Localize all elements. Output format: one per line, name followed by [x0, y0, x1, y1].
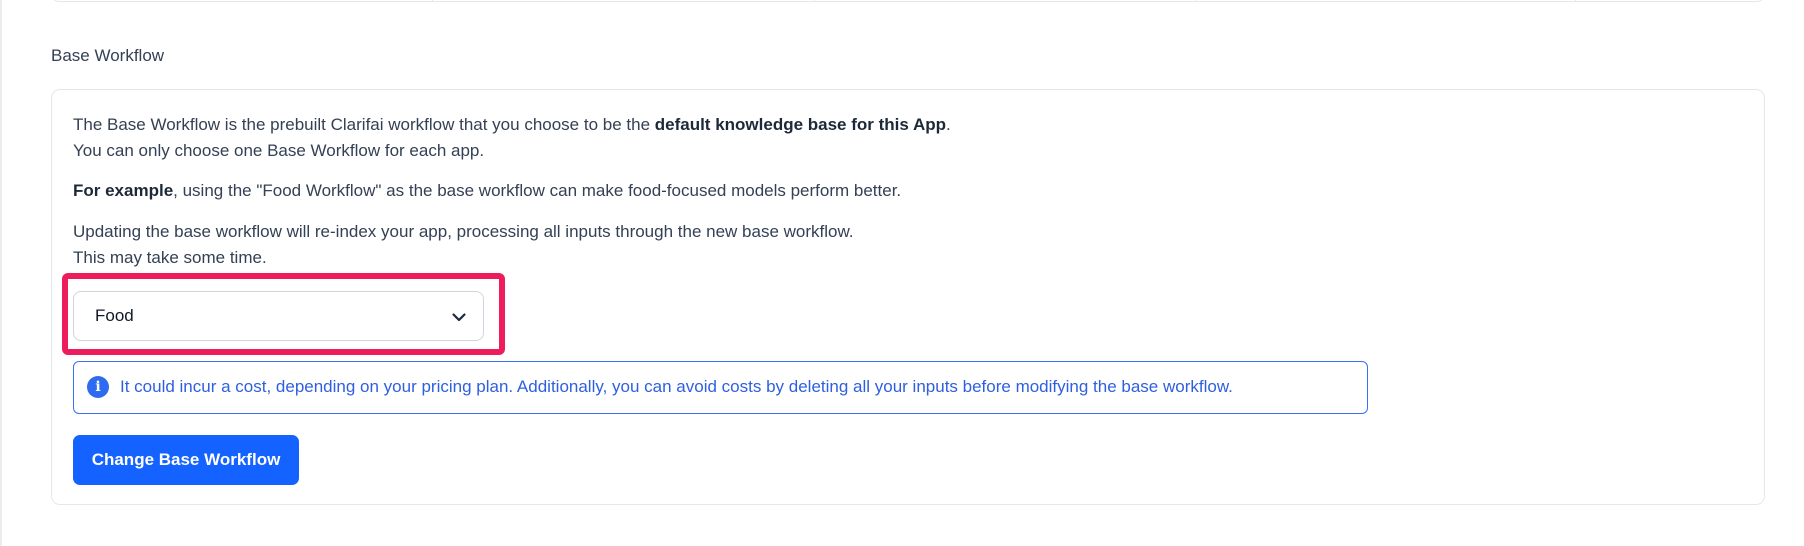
description-line2: You can only choose one Base Workflow fo…	[73, 141, 485, 160]
update-line2: This may take some time.	[73, 248, 267, 267]
update-line1: Updating the base workflow will re-index…	[73, 222, 854, 241]
description-suffix: .	[945, 115, 951, 134]
change-base-workflow-button[interactable]: Change Base Workflow	[73, 435, 299, 485]
chevron-down-icon	[452, 313, 466, 322]
example-paragraph: For example, using the "Food Workflow" a…	[73, 178, 901, 204]
table-column-divider	[1195, 0, 1196, 2]
page: Base Workflow The Base Workflow is the p…	[0, 0, 1804, 546]
left-divider	[0, 0, 2, 546]
cost-info-banner: i It could incur a cost, depending on yo…	[73, 361, 1368, 414]
base-workflow-card: The Base Workflow is the prebuilt Clarif…	[51, 89, 1765, 505]
cost-info-text: It could incur a cost, depending on your…	[120, 377, 1233, 396]
table-column-divider	[814, 0, 815, 2]
previous-table-bottom-edge	[51, 0, 1765, 2]
table-column-divider	[1575, 0, 1576, 2]
info-icon: i	[87, 376, 109, 398]
update-warning: Updating the base workflow will re-index…	[73, 219, 854, 271]
example-text: , using the "Food Workflow" as the base …	[173, 181, 902, 200]
description-intro: The Base Workflow is the prebuilt Clarif…	[73, 112, 951, 164]
example-bold: For example	[73, 181, 174, 200]
section-title: Base Workflow	[51, 46, 165, 65]
workflow-select[interactable]: Food	[73, 291, 484, 341]
workflow-select-value: Food	[95, 306, 134, 325]
table-column-divider	[432, 0, 433, 2]
description-text: The Base Workflow is the prebuilt Clarif…	[73, 115, 655, 134]
description-bold: default knowledge base for this App	[654, 115, 946, 134]
